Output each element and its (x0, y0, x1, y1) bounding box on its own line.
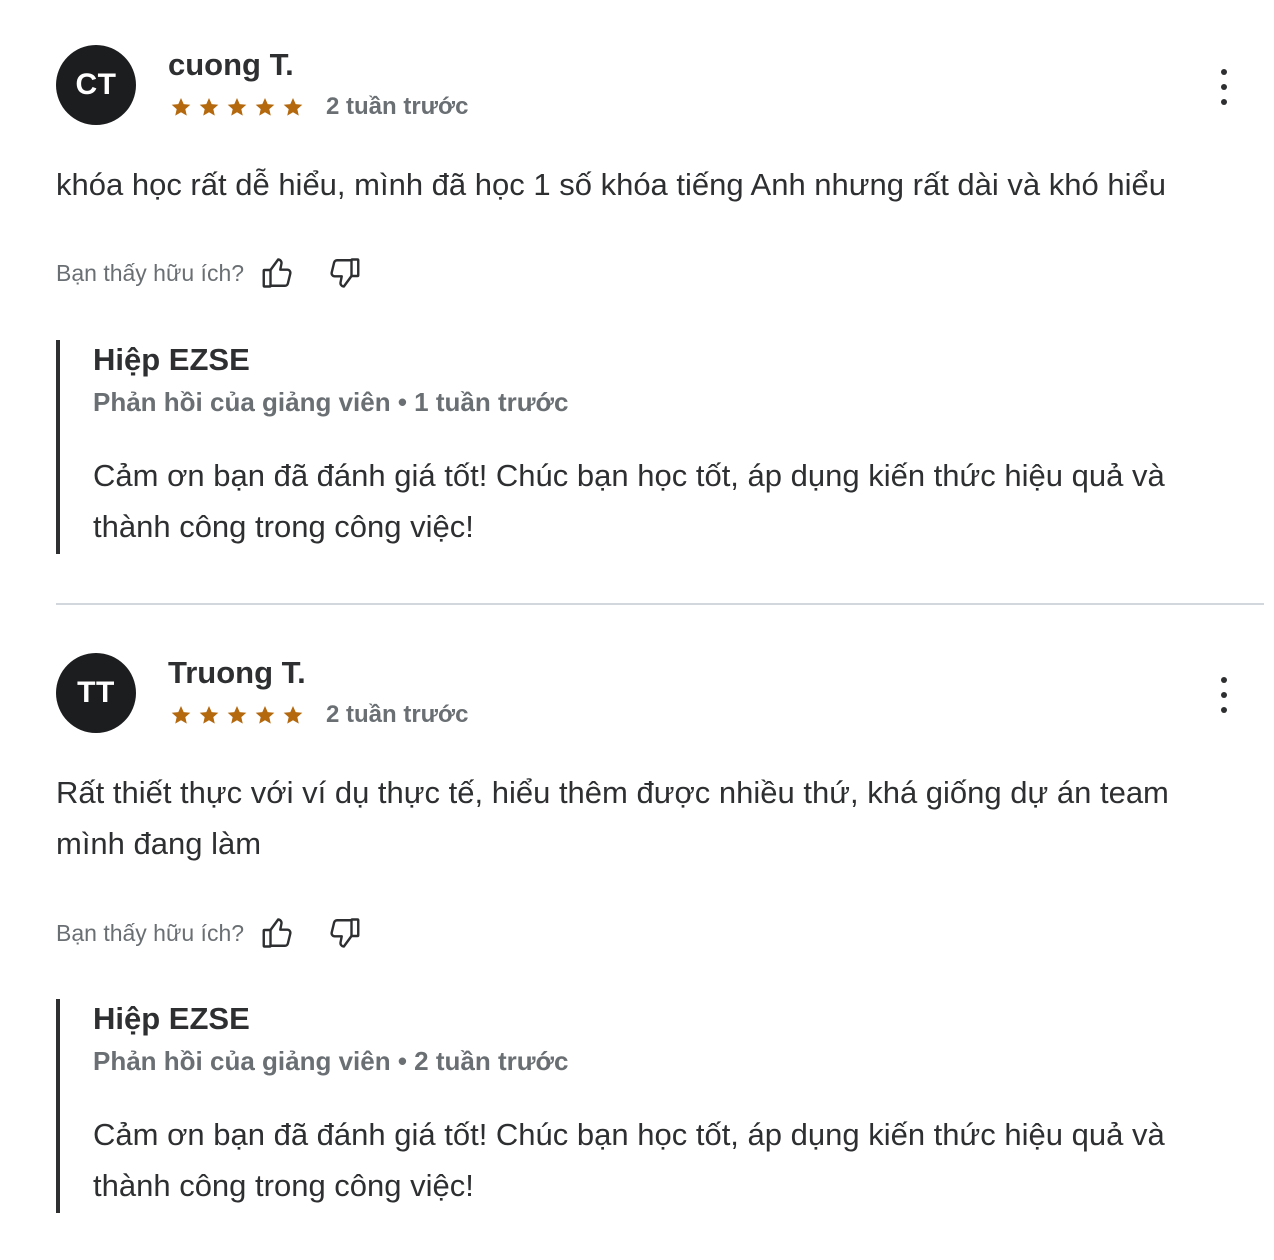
reply-meta: Phản hồi của giảng viên • 2 tuần trước (93, 1046, 569, 1076)
rating-row: 2 tuần trước (170, 701, 468, 729)
thumbs-up-icon[interactable] (258, 913, 298, 953)
helpful-label: Bạn thấy hữu ích? (56, 919, 245, 946)
star-icon (282, 96, 304, 118)
instructor-reply: Hiệp EZSE Phản hồi của giảng viên • 2 tu… (56, 999, 1236, 1213)
helpful-row: Bạn thấy hữu ích? (56, 253, 364, 293)
rating-row: 2 tuần trước (170, 93, 468, 121)
reviewer-name: cuong T. (168, 47, 294, 82)
avatar: CT (56, 45, 136, 125)
instructor-reply: Hiệp EZSE Phản hồi của giảng viên • 1 tu… (56, 340, 1236, 554)
avatar: TT (56, 653, 136, 733)
star-rating (170, 96, 304, 118)
reply-author: Hiệp EZSE (93, 1001, 250, 1036)
star-icon (170, 704, 192, 726)
thumbs-down-icon[interactable] (324, 913, 364, 953)
reply-author: Hiệp EZSE (93, 342, 250, 377)
star-icon (282, 704, 304, 726)
thumbs-up-icon[interactable] (258, 253, 298, 293)
star-icon (170, 96, 192, 118)
review-time: 2 tuần trước (326, 93, 469, 120)
star-icon (226, 96, 248, 118)
review-content: khóa học rất dễ hiểu, mình đã học 1 số k… (56, 167, 1166, 202)
star-icon (254, 704, 276, 726)
reviewer-name: Truong T. (168, 655, 306, 690)
review-time: 2 tuần trước (326, 701, 469, 728)
divider (56, 603, 1264, 605)
helpful-label: Bạn thấy hữu ích? (56, 259, 245, 286)
reply-text: Cảm ơn bạn đã đánh giá tốt! Chúc bạn học… (93, 458, 1165, 544)
star-icon (198, 704, 220, 726)
star-icon (198, 96, 220, 118)
reply-meta: Phản hồi của giảng viên • 1 tuần trước (93, 387, 569, 417)
helpful-row: Bạn thấy hữu ích? (56, 913, 364, 953)
more-vertical-icon[interactable] (1212, 69, 1236, 105)
star-icon (226, 704, 248, 726)
reply-text: Cảm ơn bạn đã đánh giá tốt! Chúc bạn học… (93, 1117, 1165, 1203)
more-vertical-icon[interactable] (1212, 677, 1236, 713)
review-content: Rất thiết thực với ví dụ thực tế, hiểu t… (56, 775, 1169, 861)
star-rating (170, 704, 304, 726)
thumbs-down-icon[interactable] (324, 253, 364, 293)
star-icon (254, 96, 276, 118)
